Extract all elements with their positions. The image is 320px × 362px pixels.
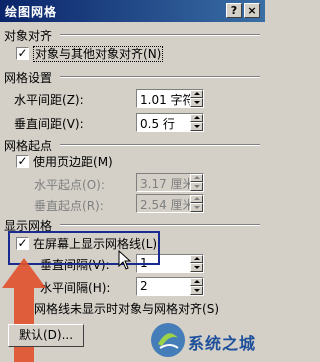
h-spacing-down-arrow[interactable] [190,98,203,107]
h-origin-down-arrow[interactable] [190,182,203,191]
v-spacing-label: 垂直间距(V): [14,117,84,131]
h-origin-value: 3.17 厘米 [140,177,195,191]
use-margins-checkbox[interactable]: ✓ [16,155,29,168]
help-button[interactable]: ? [226,3,242,18]
watermark-logo: 系统之城 [148,318,265,362]
window-title: 绘图网格 [5,5,58,19]
section-divider [60,34,260,36]
section-divider [60,224,260,226]
default-button[interactable]: 默认(D)... [8,324,84,347]
h-origin-up-arrow[interactable] [190,174,203,182]
title-bar: 绘图网格 ? × [0,0,265,22]
v-interval-down-arrow[interactable] [190,263,203,272]
v-spacing-spinner[interactable]: 0.5 行 [136,113,204,132]
v-spacing-down-arrow[interactable] [190,122,203,131]
h-interval-value[interactable]: 2 [140,279,148,293]
mouse-cursor-icon [118,250,132,270]
h-spacing-up-arrow[interactable] [190,90,203,98]
h-spacing-value[interactable]: 1.01 字符 [140,91,195,108]
snap-to-other-label[interactable]: 对象与其他对象对齐(N) [33,45,164,62]
snap-section-heading: 对象对齐 [4,29,53,43]
close-button[interactable]: × [244,3,260,18]
v-spacing-up-arrow[interactable] [190,114,203,122]
h-interval-up-arrow[interactable] [190,278,203,286]
watermark-text: 系统之城 [188,334,257,353]
h-spacing-spinner[interactable]: 1.01 字符 [136,89,204,108]
grid-settings-heading: 网格设置 [4,71,53,85]
h-interval-label: 水平间隔(H): [40,281,111,295]
v-origin-label: 垂直起点(R): [34,199,104,213]
section-divider [60,76,260,78]
v-interval-up-arrow[interactable] [190,255,203,263]
snap-to-other-checkbox[interactable]: ✓ [16,47,29,60]
v-origin-up-arrow[interactable] [190,195,203,203]
v-origin-value: 2.54 厘米 [140,198,195,212]
h-interval-down-arrow[interactable] [190,286,203,295]
h-origin-label: 水平起点(O): [34,178,105,192]
grid-origin-heading: 网格起点 [4,139,53,153]
v-spacing-value[interactable]: 0.5 行 [140,115,175,132]
section-divider [60,144,260,146]
h-interval-spinner[interactable]: 2 [136,277,204,296]
v-origin-spinner[interactable]: 2.54 厘米 [136,194,204,213]
h-origin-spinner[interactable]: 3.17 厘米 [136,173,204,192]
snap-when-hidden-label[interactable]: 网格线未显示时对象与网格对齐(S) [34,300,219,317]
h-spacing-label: 水平间距(Z): [14,93,84,107]
use-margins-label[interactable]: 使用页边距(M) [33,153,113,170]
v-origin-down-arrow[interactable] [190,203,203,212]
